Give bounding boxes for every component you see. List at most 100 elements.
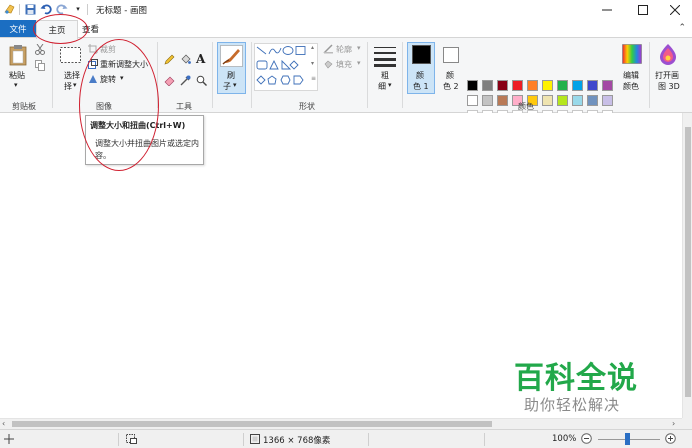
size-chevron-down-icon[interactable]: ▾ [388, 81, 392, 89]
copy-icon[interactable] [35, 60, 45, 73]
color2-label[interactable]: 颜 [446, 70, 454, 81]
color2-label-2[interactable]: 色 2 [443, 81, 459, 92]
outline-label[interactable]: 轮廓 [336, 44, 352, 55]
chevron-up-icon[interactable]: ⌃ [678, 23, 686, 33]
color-swatch[interactable] [572, 80, 583, 91]
select-chevron-down-icon[interactable]: ▾ [73, 81, 77, 89]
rotate-label[interactable]: 旋转 [100, 74, 116, 85]
shapes-scroll-down-icon[interactable]: ▾ [311, 60, 314, 67]
color-swatch[interactable] [557, 95, 568, 106]
color1-label-2: 色 1 [413, 82, 429, 91]
edit-colors-label[interactable]: 编辑 [623, 70, 639, 81]
size-label-2[interactable]: 细 [378, 81, 386, 92]
outline-icon[interactable] [323, 44, 334, 56]
clipboard-paste-icon[interactable] [9, 44, 27, 68]
paint-3d-icon[interactable] [658, 43, 678, 67]
select-label-2[interactable]: 择 [64, 81, 72, 92]
cursor-position-icon [4, 434, 14, 447]
line-size-icon[interactable] [374, 45, 396, 69]
scroll-left-icon[interactable]: ‹ [2, 419, 5, 428]
ribbon: 粘贴 ▾ 剪贴板 选择 择 ▾ 裁剪 重新调整大小 旋转 ▾ 图像 A 工具 刷… [0, 37, 692, 121]
resize-label[interactable]: 重新调整大小 [100, 59, 148, 70]
color-swatch[interactable] [602, 80, 613, 91]
edit-colors-icon[interactable] [622, 44, 642, 66]
color-swatch[interactable] [542, 80, 553, 91]
quick-access-divider [19, 4, 20, 15]
horizontal-scrollbar[interactable]: ‹ › [0, 418, 682, 429]
color-swatch[interactable] [497, 95, 508, 106]
paint-3d-label-2[interactable]: 图 3D [658, 81, 680, 92]
color2-swatch[interactable] [443, 47, 459, 63]
paint-3d-label[interactable]: 打开画 [655, 70, 679, 81]
group-label-clipboard: 剪贴板 [12, 102, 36, 111]
shapes-scroll-up-icon[interactable]: ▴ [311, 44, 314, 51]
color-swatch[interactable] [587, 80, 598, 91]
horizontal-scroll-thumb[interactable] [12, 421, 492, 427]
scroll-right-icon[interactable]: › [672, 419, 675, 428]
status-bar: 1366 × 768像素 100% [0, 429, 692, 448]
outline-chevron-down-icon[interactable]: ▾ [357, 44, 361, 52]
shapes-gallery[interactable] [254, 43, 318, 91]
paste-label[interactable]: 粘贴 [9, 70, 25, 81]
tab-view[interactable]: 查看 [82, 23, 99, 35]
group-divider [52, 42, 53, 108]
paste-chevron-down-icon[interactable]: ▾ [14, 81, 18, 89]
crop-icon[interactable] [88, 44, 98, 56]
fill-bucket-icon[interactable] [180, 54, 191, 67]
color-swatch[interactable] [467, 95, 478, 106]
tooltip-description: 调整大小并扭曲图片或选定内容。 [95, 139, 199, 160]
vertical-scroll-thumb[interactable] [685, 127, 691, 397]
zoom-in-button[interactable] [665, 433, 676, 447]
tooltip: 调整大小和扭曲(Ctrl+W) 调整大小并扭曲图片或选定内容。 [85, 115, 204, 165]
color-swatch[interactable] [557, 80, 568, 91]
color-swatch[interactable] [497, 80, 508, 91]
minimize-button[interactable] [590, 0, 624, 20]
color-picker-icon[interactable] [180, 75, 191, 88]
select-icon[interactable] [60, 47, 81, 65]
color-swatch[interactable] [482, 80, 493, 91]
zoom-out-button[interactable] [581, 433, 592, 447]
color-swatch[interactable] [542, 95, 553, 106]
color-swatch[interactable] [512, 80, 523, 91]
close-button[interactable] [658, 0, 692, 20]
edit-colors-label-2[interactable]: 颜色 [623, 81, 639, 92]
size-label[interactable]: 粗 [381, 70, 389, 81]
shapes-expand-icon[interactable]: ≡ [311, 75, 316, 82]
color-swatch[interactable] [527, 80, 538, 91]
customize-dropdown-icon[interactable]: ▾ [72, 3, 84, 15]
crop-label[interactable]: 裁剪 [100, 44, 116, 55]
color1-label: 颜 [416, 71, 424, 80]
rotate-icon[interactable] [88, 74, 98, 86]
color-swatch[interactable] [602, 95, 613, 106]
rotate-chevron-down-icon[interactable]: ▾ [120, 74, 124, 82]
tab-home[interactable]: 主页 [36, 20, 78, 39]
eraser-icon[interactable] [164, 75, 175, 88]
group-label-tools: 工具 [176, 102, 192, 111]
zoom-slider-thumb[interactable] [625, 433, 630, 445]
watermark-subtitle: 助你轻松解决 [524, 396, 621, 414]
color-swatch[interactable] [467, 80, 478, 91]
color-swatch[interactable] [572, 95, 583, 106]
tab-file[interactable]: 文件 [0, 20, 36, 38]
text-tool-icon[interactable]: A [196, 52, 205, 66]
fill-icon[interactable] [323, 59, 334, 71]
maximize-button[interactable] [626, 0, 660, 20]
color-swatch[interactable] [587, 95, 598, 106]
group-divider [212, 42, 213, 108]
pencil-icon[interactable] [164, 54, 175, 67]
fill-label[interactable]: 填充 [336, 59, 352, 70]
resize-icon[interactable] [88, 59, 98, 71]
magnifier-icon[interactable] [196, 75, 207, 88]
redo-icon[interactable] [56, 3, 68, 15]
color-swatch[interactable] [482, 95, 493, 106]
vertical-scrollbar[interactable] [682, 113, 692, 418]
select-label[interactable]: 选择 [64, 70, 80, 81]
close-icon [670, 5, 680, 15]
fill-chevron-down-icon[interactable]: ▾ [357, 59, 361, 67]
cut-icon[interactable] [35, 43, 45, 57]
undo-icon[interactable] [40, 3, 52, 15]
status-divider [118, 433, 119, 446]
tooltip-title: 调整大小和扭曲(Ctrl+W) [90, 121, 186, 130]
brushes-label-2: 子 [223, 82, 231, 91]
save-icon[interactable] [24, 3, 36, 15]
